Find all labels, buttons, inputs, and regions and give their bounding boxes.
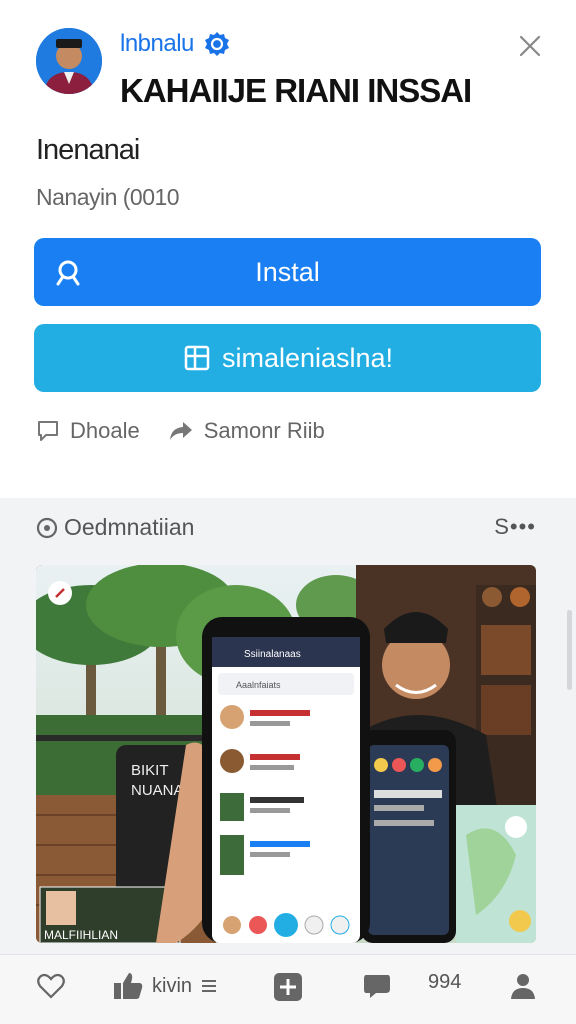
grid-icon	[184, 345, 210, 371]
like-tab-label: kivin	[152, 974, 193, 997]
person-avatar-icon	[36, 28, 102, 94]
bottom-navigation: kivin 994	[0, 954, 576, 1024]
tab-add[interactable]	[272, 971, 304, 1003]
ad-headline: KAHAIIJE RIANI INSSAI	[120, 72, 472, 109]
scrollbar[interactable]	[567, 610, 572, 690]
ad-card: lnbnalu KAHAIIJE RIANI INSSAI Inenanai N…	[0, 0, 576, 498]
secondary-cta-label: simaleniaslna!	[221, 342, 394, 373]
promo-image[interactable]: BIKIT NUANAI MALFIIHLIAN Ssiinalanaas Aa…	[36, 565, 536, 943]
tab-messages[interactable]	[362, 971, 392, 999]
thumb-caption: MALFIIHLIAN	[44, 928, 118, 942]
ad-meta: Nanayin (0010	[36, 184, 180, 210]
verified-badge-icon	[204, 32, 229, 56]
promo-illustration: BIKIT NUANAI MALFIIHLIAN Ssiinalanaas Aa…	[36, 565, 536, 943]
info-icon	[36, 517, 58, 538]
secondary-cta-button[interactable]: simaleniaslna!	[34, 324, 541, 392]
more-options-button[interactable]: S•••	[494, 514, 536, 540]
feed-section-label: Oedmnatiian	[64, 514, 195, 540]
chat-bubble-icon	[364, 975, 390, 998]
app-name[interactable]: lnbnalu	[120, 30, 194, 58]
thumbs-up-icon	[114, 973, 143, 999]
close-icon	[519, 35, 541, 57]
share-action-label: Samonr Riib	[203, 418, 325, 443]
phone-header: Ssiinalanaas	[244, 649, 301, 660]
comment-icon	[38, 421, 58, 441]
share-icon	[169, 422, 192, 440]
tab-count[interactable]: 994	[428, 971, 461, 994]
sign-text-1: BIKIT	[131, 762, 169, 779]
tab-like[interactable]: kivin	[112, 971, 218, 1001]
share-action[interactable]: Samonr Riib	[168, 418, 325, 444]
avatar[interactable]	[36, 28, 102, 94]
app-name-row: lnbnalu	[120, 30, 230, 58]
count-label: 994	[428, 971, 462, 993]
add-square-icon	[274, 973, 302, 1001]
menu-icon	[202, 980, 217, 992]
tab-favorites[interactable]	[36, 971, 66, 1001]
heart-icon	[37, 973, 65, 999]
ad-actions: Dhoale Samonr Riib	[36, 418, 325, 444]
profile-icon	[511, 974, 535, 999]
close-button[interactable]	[514, 30, 546, 62]
phone-subheader: Aaalnfaiats	[236, 680, 281, 690]
comment-action-label: Dhoale	[70, 418, 140, 443]
install-button[interactable]: Instal	[34, 238, 541, 306]
comment-action[interactable]: Dhoale	[36, 418, 140, 444]
feed-section-header: Oedmnatiian	[36, 514, 194, 541]
search-icon	[56, 260, 80, 286]
tab-profile[interactable]	[508, 971, 538, 1001]
install-button-label: Instal	[255, 256, 320, 287]
ad-subtitle: Inenanai	[36, 134, 140, 166]
